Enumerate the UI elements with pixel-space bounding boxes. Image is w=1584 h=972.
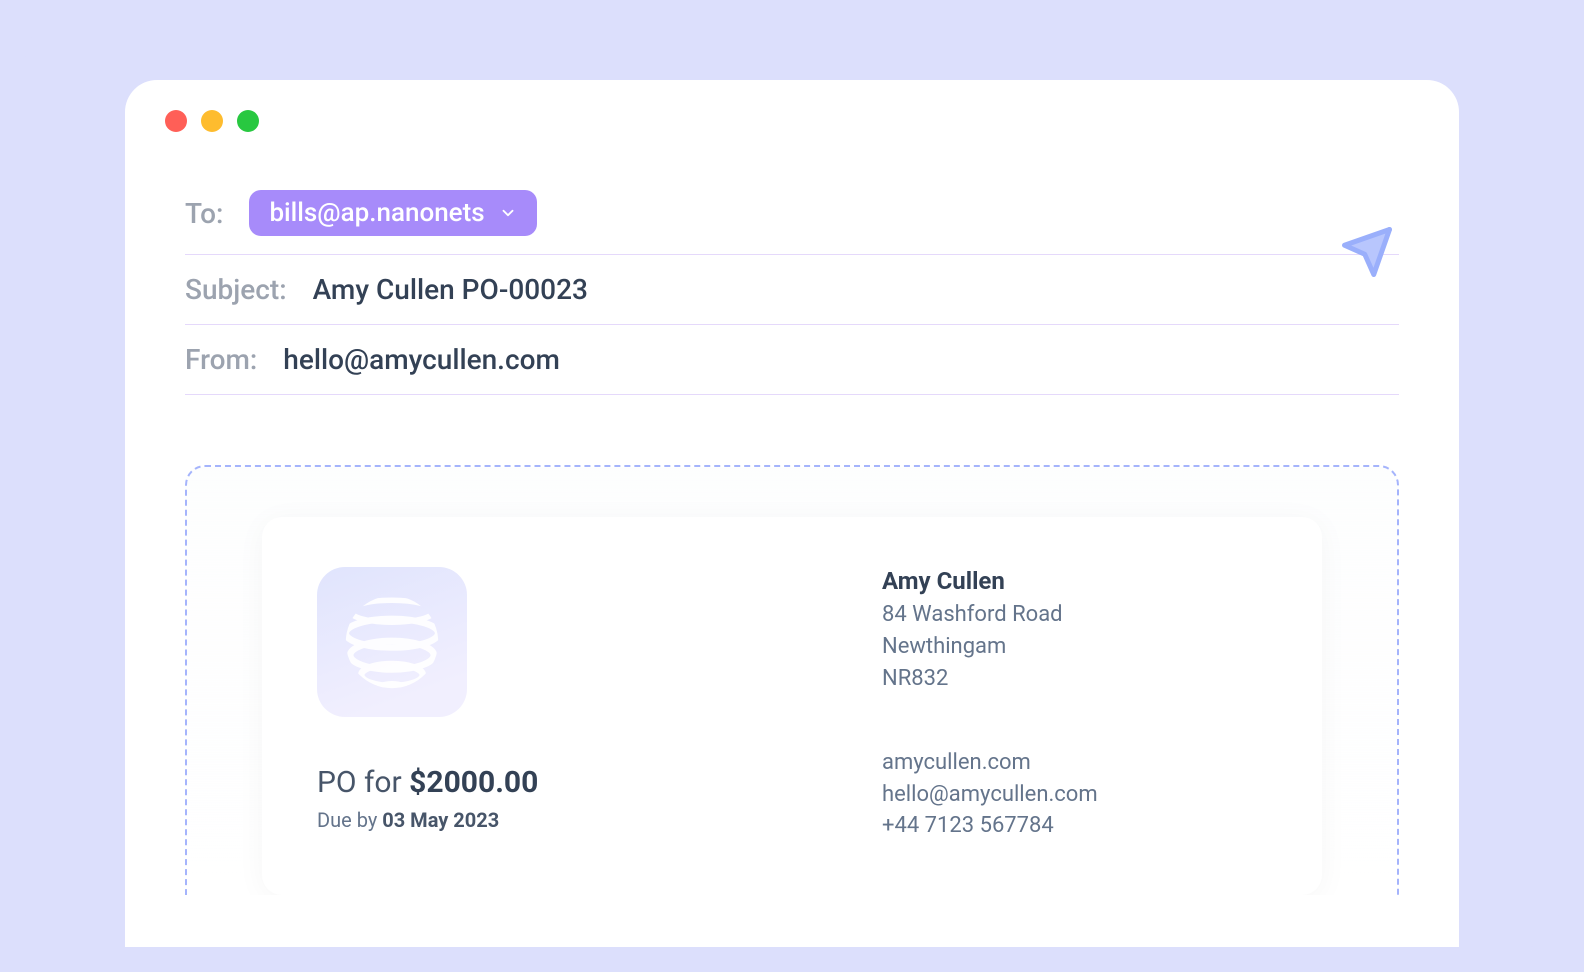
subject-field-row: Subject: Amy Cullen PO-00023: [185, 255, 1399, 325]
chevron-down-icon: [499, 204, 517, 222]
from-field-row: From: hello@amycullen.com: [185, 325, 1399, 395]
recipient-contact: amycullen.com hello@amycullen.com +44 71…: [882, 747, 1267, 843]
window-controls: [165, 110, 1399, 132]
recipient-email: hello@amycullen.com: [882, 779, 1267, 811]
send-button[interactable]: [1340, 225, 1394, 279]
po-prefix: PO for: [317, 765, 409, 800]
recipient-website: amycullen.com: [882, 747, 1267, 779]
po-recipient-section: Amy Cullen 84 Washford Road Newthingam N…: [882, 567, 1267, 845]
app-background: To: bills@ap.nanonets Subject: Amy Culle…: [25, 25, 1559, 947]
address-line-1: 84 Washford Road: [882, 599, 1267, 631]
attachment-dropzone[interactable]: PO for $2000.00 Due by 03 May 2023 Amy C…: [185, 465, 1399, 895]
paper-plane-icon: [1340, 225, 1394, 279]
from-value: hello@amycullen.com: [283, 343, 560, 376]
po-summary-section: PO for $2000.00 Due by 03 May 2023: [317, 567, 702, 845]
minimize-window-button[interactable]: [201, 110, 223, 132]
address-line-3: NR832: [882, 663, 1267, 695]
recipient-phone: +44 7123 567784: [882, 810, 1267, 842]
globe-icon: [337, 587, 447, 697]
to-label: To:: [185, 197, 223, 230]
recipient-chip-text: bills@ap.nanonets: [269, 198, 484, 228]
po-due-date: 03 May 2023: [382, 808, 499, 832]
company-logo: [317, 567, 467, 717]
to-field-row: To: bills@ap.nanonets: [185, 172, 1399, 255]
maximize-window-button[interactable]: [237, 110, 259, 132]
po-due-line: Due by 03 May 2023: [317, 808, 702, 832]
po-title: PO for $2000.00: [317, 765, 702, 800]
address-line-2: Newthingam: [882, 631, 1267, 663]
subject-value[interactable]: Amy Cullen PO-00023: [313, 273, 588, 306]
recipient-name: Amy Cullen: [882, 567, 1267, 595]
subject-label: Subject:: [185, 273, 287, 306]
recipient-chip[interactable]: bills@ap.nanonets: [249, 190, 536, 236]
po-due-prefix: Due by: [317, 808, 382, 832]
email-compose-window: To: bills@ap.nanonets Subject: Amy Culle…: [125, 80, 1459, 947]
close-window-button[interactable]: [165, 110, 187, 132]
po-amount: $2000.00: [409, 765, 538, 800]
from-label: From:: [185, 343, 257, 376]
purchase-order-card: PO for $2000.00 Due by 03 May 2023 Amy C…: [262, 517, 1322, 895]
recipient-address: 84 Washford Road Newthingam NR832: [882, 599, 1267, 695]
